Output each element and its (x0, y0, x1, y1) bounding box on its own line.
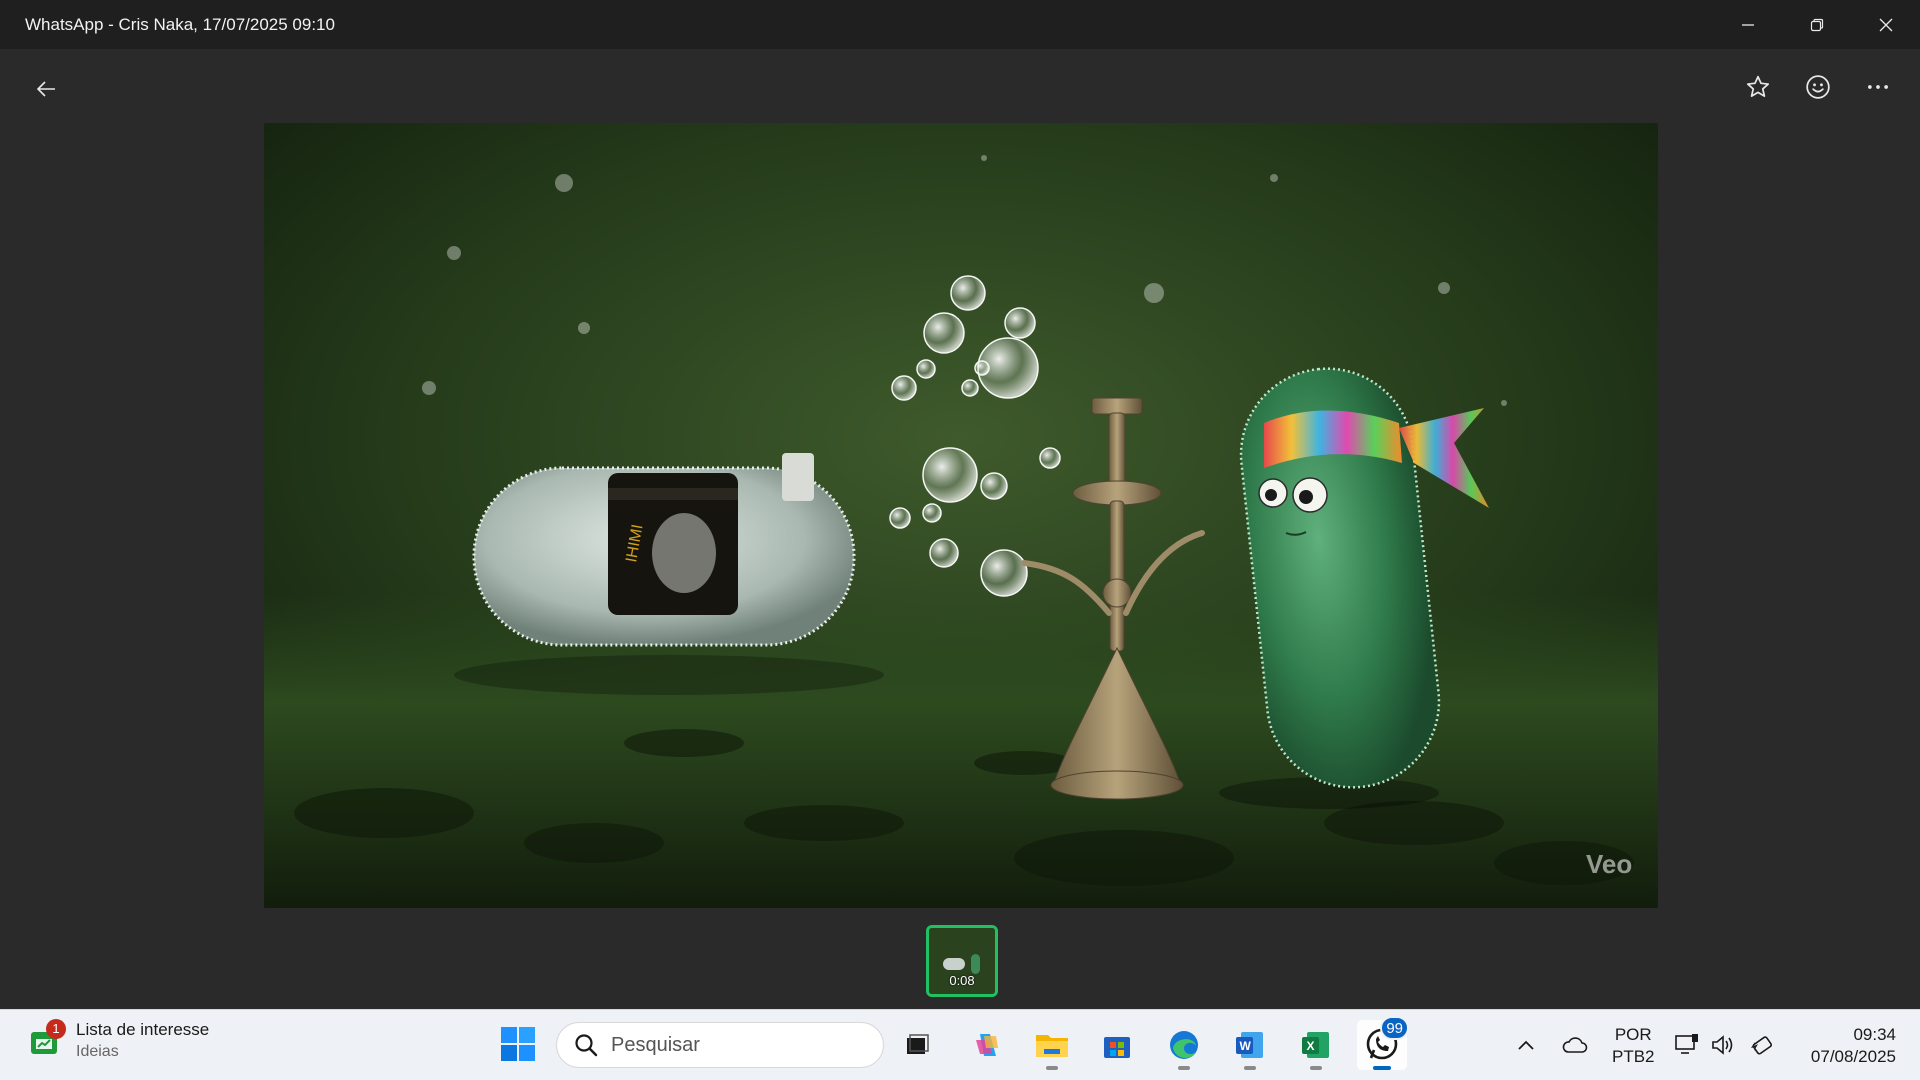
taskbar-app-microsoft-store[interactable] (1092, 1020, 1142, 1070)
video-duration: 0:08 (949, 973, 975, 988)
more-options-button[interactable] (1860, 69, 1896, 105)
language-label: POR (1614, 1025, 1652, 1044)
excel-icon: X (1302, 1032, 1329, 1058)
network-icon (1675, 1034, 1698, 1054)
onedrive-button[interactable] (1562, 1032, 1588, 1058)
speaker-icon (1712, 1035, 1733, 1055)
video-frame[interactable]: IHIMI Veo (264, 123, 1658, 908)
search-icon (575, 1034, 598, 1057)
window-title: WhatsApp - Cris Naka, 17/07/2025 09:10 (25, 14, 335, 34)
taskbar-search[interactable] (556, 1022, 884, 1068)
arrow-left-icon (36, 81, 55, 97)
taskbar: 1 Lista de interesse Ideias W X (0, 1009, 1920, 1080)
battery-button[interactable] (1748, 1032, 1774, 1058)
widget-title: Lista de interesse (76, 1020, 210, 1039)
viewer-actions (1740, 69, 1896, 105)
keyboard-layout-label: PTB2 (1612, 1047, 1655, 1066)
close-button[interactable] (1851, 0, 1920, 49)
cloud-icon (1562, 1037, 1588, 1053)
star-button[interactable] (1740, 69, 1776, 105)
more-options-icon (1868, 85, 1888, 89)
battery-charging-icon (1751, 1036, 1773, 1055)
media-thumbnail[interactable]: 0:08 (926, 925, 998, 997)
watchlist-widget-icon: 1 (28, 1018, 66, 1059)
window-controls (1713, 0, 1920, 49)
show-hidden-icons-button[interactable] (1513, 1032, 1539, 1058)
running-indicator (1046, 1066, 1058, 1070)
taskbar-app-file-explorer[interactable] (1027, 1020, 1077, 1070)
svg-text:W: W (1240, 1039, 1252, 1053)
word-icon: W (1236, 1032, 1263, 1058)
taskbar-app-whatsapp[interactable]: 99 (1357, 1016, 1409, 1070)
restore-button[interactable] (1782, 0, 1851, 49)
widget-subtitle: Ideias (76, 1043, 119, 1060)
emoji-react-icon (1806, 75, 1830, 99)
running-indicator (1178, 1066, 1190, 1070)
close-icon (1879, 18, 1892, 31)
clock-button[interactable]: 09:34 07/08/2025 (1811, 1024, 1896, 1068)
file-explorer-icon (1036, 1035, 1068, 1057)
media-viewer: IHIMI Veo 0:08 (0, 49, 1920, 1009)
restore-icon (1810, 18, 1823, 31)
star-icon (1746, 75, 1770, 97)
running-indicator (1373, 1066, 1391, 1070)
input-language-button[interactable]: POR PTB2 (1612, 1024, 1655, 1068)
microsoft-store-icon (1104, 1037, 1130, 1058)
taskbar-app-word[interactable]: W (1225, 1020, 1275, 1070)
taskbar-app-copilot[interactable] (962, 1020, 1012, 1070)
video-scene: IHIMI Veo (264, 123, 1658, 908)
svg-text:X: X (1307, 1039, 1315, 1053)
edge-icon (1170, 1031, 1198, 1059)
taskbar-app-excel[interactable]: X (1291, 1020, 1341, 1070)
minimize-icon (1741, 23, 1754, 26)
start-button[interactable] (498, 1024, 538, 1064)
running-indicator (1310, 1066, 1322, 1070)
taskbar-app-task-view[interactable] (892, 1020, 942, 1070)
veo-watermark: Veo (1586, 849, 1632, 879)
title-bar: WhatsApp - Cris Naka, 17/07/2025 09:10 (0, 0, 1920, 49)
widgets-button[interactable]: 1 Lista de interesse Ideias (28, 1018, 210, 1061)
react-button[interactable] (1800, 69, 1836, 105)
search-input[interactable] (611, 1033, 861, 1057)
task-view-icon (907, 1034, 929, 1054)
windows-logo-icon (501, 1027, 535, 1061)
chevron-up-icon (1518, 1040, 1534, 1050)
widget-notification-badge: 1 (46, 1018, 66, 1039)
clock-time: 09:34 (1853, 1025, 1896, 1044)
copilot-icon (976, 1034, 998, 1056)
clock-date: 07/08/2025 (1810, 1047, 1896, 1066)
back-button[interactable] (28, 71, 64, 107)
network-button[interactable] (1674, 1032, 1700, 1058)
running-indicator (1244, 1066, 1256, 1070)
volume-button[interactable] (1711, 1032, 1737, 1058)
taskbar-app-edge[interactable] (1159, 1020, 1209, 1070)
whatsapp-unread-badge: 99 (1380, 1016, 1409, 1040)
minimize-button[interactable] (1713, 0, 1782, 49)
